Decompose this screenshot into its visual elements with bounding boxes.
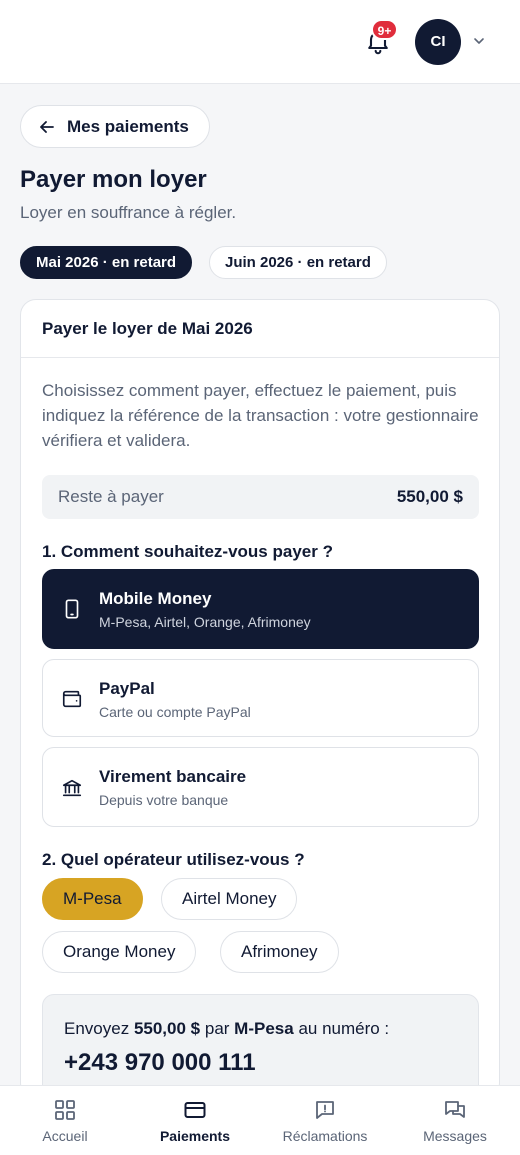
bank-icon bbox=[62, 779, 82, 797]
back-button-label: Mes paiements bbox=[67, 116, 189, 136]
phone-number: +243 970 000 111 bbox=[64, 1049, 256, 1076]
top-bar: 9+ CI bbox=[0, 0, 520, 84]
step2-label: 2. Quel opérateur utilisez-vous ? bbox=[42, 850, 305, 869]
method-desc: Carte ou compte PayPal bbox=[99, 704, 251, 720]
bottom-nav: Accueil Paiements Réclamations Messages bbox=[0, 1085, 520, 1155]
intro-text: Choisissez comment payer, effectuez le p… bbox=[42, 381, 479, 450]
divider bbox=[21, 357, 499, 358]
step1-label: 1. Comment souhaitez-vous payer ? bbox=[42, 542, 333, 561]
arrow-left-icon bbox=[40, 120, 54, 133]
method-title: Virement bancaire bbox=[99, 767, 247, 786]
nav-label: Messages bbox=[423, 1128, 487, 1144]
method-desc: M-Pesa, Airtel, Orange, Afrimoney bbox=[99, 614, 311, 630]
instruction-operator: M-Pesa bbox=[234, 1019, 294, 1038]
operator-afrimoney[interactable]: Afrimoney bbox=[220, 931, 339, 973]
operator-airtel-money[interactable]: Airtel Money bbox=[161, 878, 298, 920]
back-button[interactable]: Mes paiements bbox=[20, 105, 210, 148]
instruction-middle: par bbox=[204, 1019, 230, 1038]
card-title: Payer le loyer de Mai 2026 bbox=[42, 319, 253, 338]
notification-badge: 9+ bbox=[371, 19, 398, 40]
instruction-prefix: Envoyez bbox=[64, 1019, 130, 1038]
payment-card: Payer le loyer de Mai 2026 Choisissez co… bbox=[20, 299, 500, 1099]
wallet-icon bbox=[62, 690, 82, 708]
avatar[interactable]: CI bbox=[415, 19, 461, 65]
operator-orange-money[interactable]: Orange Money bbox=[42, 931, 197, 973]
card-icon bbox=[184, 1102, 206, 1118]
nav-label: Réclamations bbox=[282, 1128, 368, 1144]
method-title: PayPal bbox=[99, 679, 155, 698]
phone-icon bbox=[65, 599, 79, 619]
period-chip-june[interactable]: Juin 2026 · en retard bbox=[209, 246, 387, 279]
instruction-line: Envoyez 550,00 $ par M-Pesa au numéro : bbox=[64, 1019, 389, 1039]
balance-value: 550,00 $ bbox=[396, 487, 463, 506]
period-chip-may[interactable]: Mai 2026 · en retard bbox=[20, 246, 193, 279]
method-title: Mobile Money bbox=[99, 589, 212, 608]
balance-label: Reste à payer bbox=[58, 487, 164, 506]
chevron-down-icon[interactable] bbox=[472, 34, 486, 48]
chat-icon bbox=[445, 1101, 465, 1118]
instruction-amount: 550,00 $ bbox=[133, 1019, 201, 1038]
page-title: Payer mon loyer bbox=[20, 166, 207, 193]
nav-label: Accueil bbox=[42, 1128, 88, 1144]
page-subtitle: Loyer en souffrance à régler. bbox=[20, 203, 237, 222]
instruction-suffix: au numéro : bbox=[298, 1019, 390, 1038]
method-bank-transfer[interactable]: Virement bancaire Depuis votre banque bbox=[42, 747, 479, 827]
method-paypal[interactable]: PayPal Carte ou compte PayPal bbox=[42, 659, 479, 737]
payment-instructions: Envoyez 550,00 $ par M-Pesa au numéro : … bbox=[42, 994, 479, 1098]
nav-label: Paiements bbox=[159, 1128, 231, 1144]
method-mobile-money[interactable]: Mobile Money M-Pesa, Airtel, Orange, Afr… bbox=[42, 569, 479, 649]
alert-message-icon bbox=[316, 1101, 334, 1119]
nav-item-messages[interactable]: Messages bbox=[390, 1086, 520, 1155]
nav-item-paiements[interactable]: Paiements bbox=[130, 1086, 260, 1155]
method-desc: Depuis votre banque bbox=[99, 792, 229, 808]
operator-mpesa[interactable]: M-Pesa bbox=[42, 878, 143, 920]
grid-icon bbox=[55, 1100, 75, 1120]
nav-item-reclamations[interactable]: Réclamations bbox=[260, 1086, 390, 1155]
nav-item-accueil[interactable]: Accueil bbox=[0, 1086, 130, 1155]
balance-box: Reste à payer 550,00 $ bbox=[42, 475, 479, 519]
